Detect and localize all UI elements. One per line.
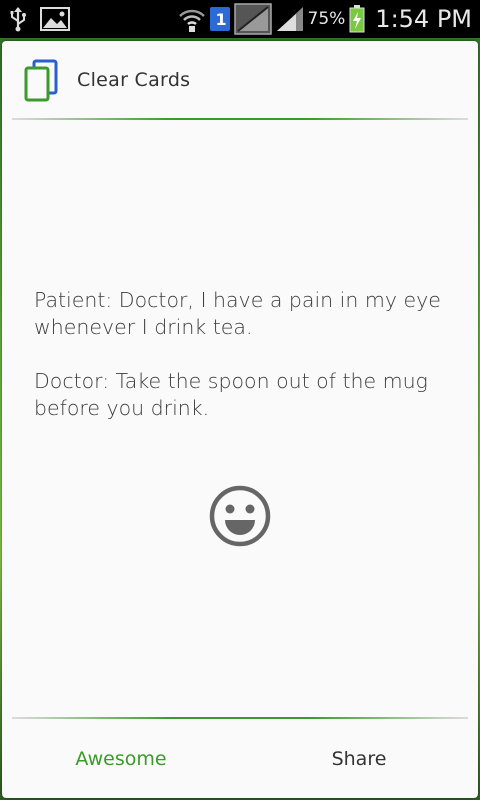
battery-charging-icon — [349, 5, 365, 33]
joke-patient-line: Patient: Doctor, I have a pain in my eye… — [34, 288, 441, 339]
dialog-footer: Awesome Share — [2, 719, 478, 798]
status-bar: 1 75% 1:54 PM — [0, 0, 480, 38]
header-divider — [12, 118, 468, 120]
smiley-face-icon — [208, 484, 272, 548]
card-dialog: Clear Cards Patient: Doctor, I have a pa… — [2, 41, 478, 798]
joke-text: Patient: Doctor, I have a pain in my eye… — [34, 287, 454, 449]
clock: 1:54 PM — [375, 5, 472, 33]
notification-badge-icon: 1 — [209, 7, 230, 31]
dialog-header: Clear Cards — [2, 41, 478, 119]
joke-doctor-line: Doctor: Take the spoon out of the mug be… — [34, 369, 428, 420]
wifi-icon — [178, 6, 206, 32]
dialog-title: Clear Cards — [77, 69, 191, 91]
share-button[interactable]: Share — [240, 719, 478, 798]
usb-icon — [8, 6, 28, 32]
notification-count: 1 — [215, 9, 227, 29]
clear-cards-app-icon — [22, 59, 62, 103]
no-sim-signal-icon — [233, 3, 272, 35]
awesome-button[interactable]: Awesome — [2, 719, 240, 798]
gallery-icon — [40, 7, 70, 31]
battery-percent: 75% — [307, 9, 346, 29]
signal-strength-icon — [276, 6, 304, 32]
